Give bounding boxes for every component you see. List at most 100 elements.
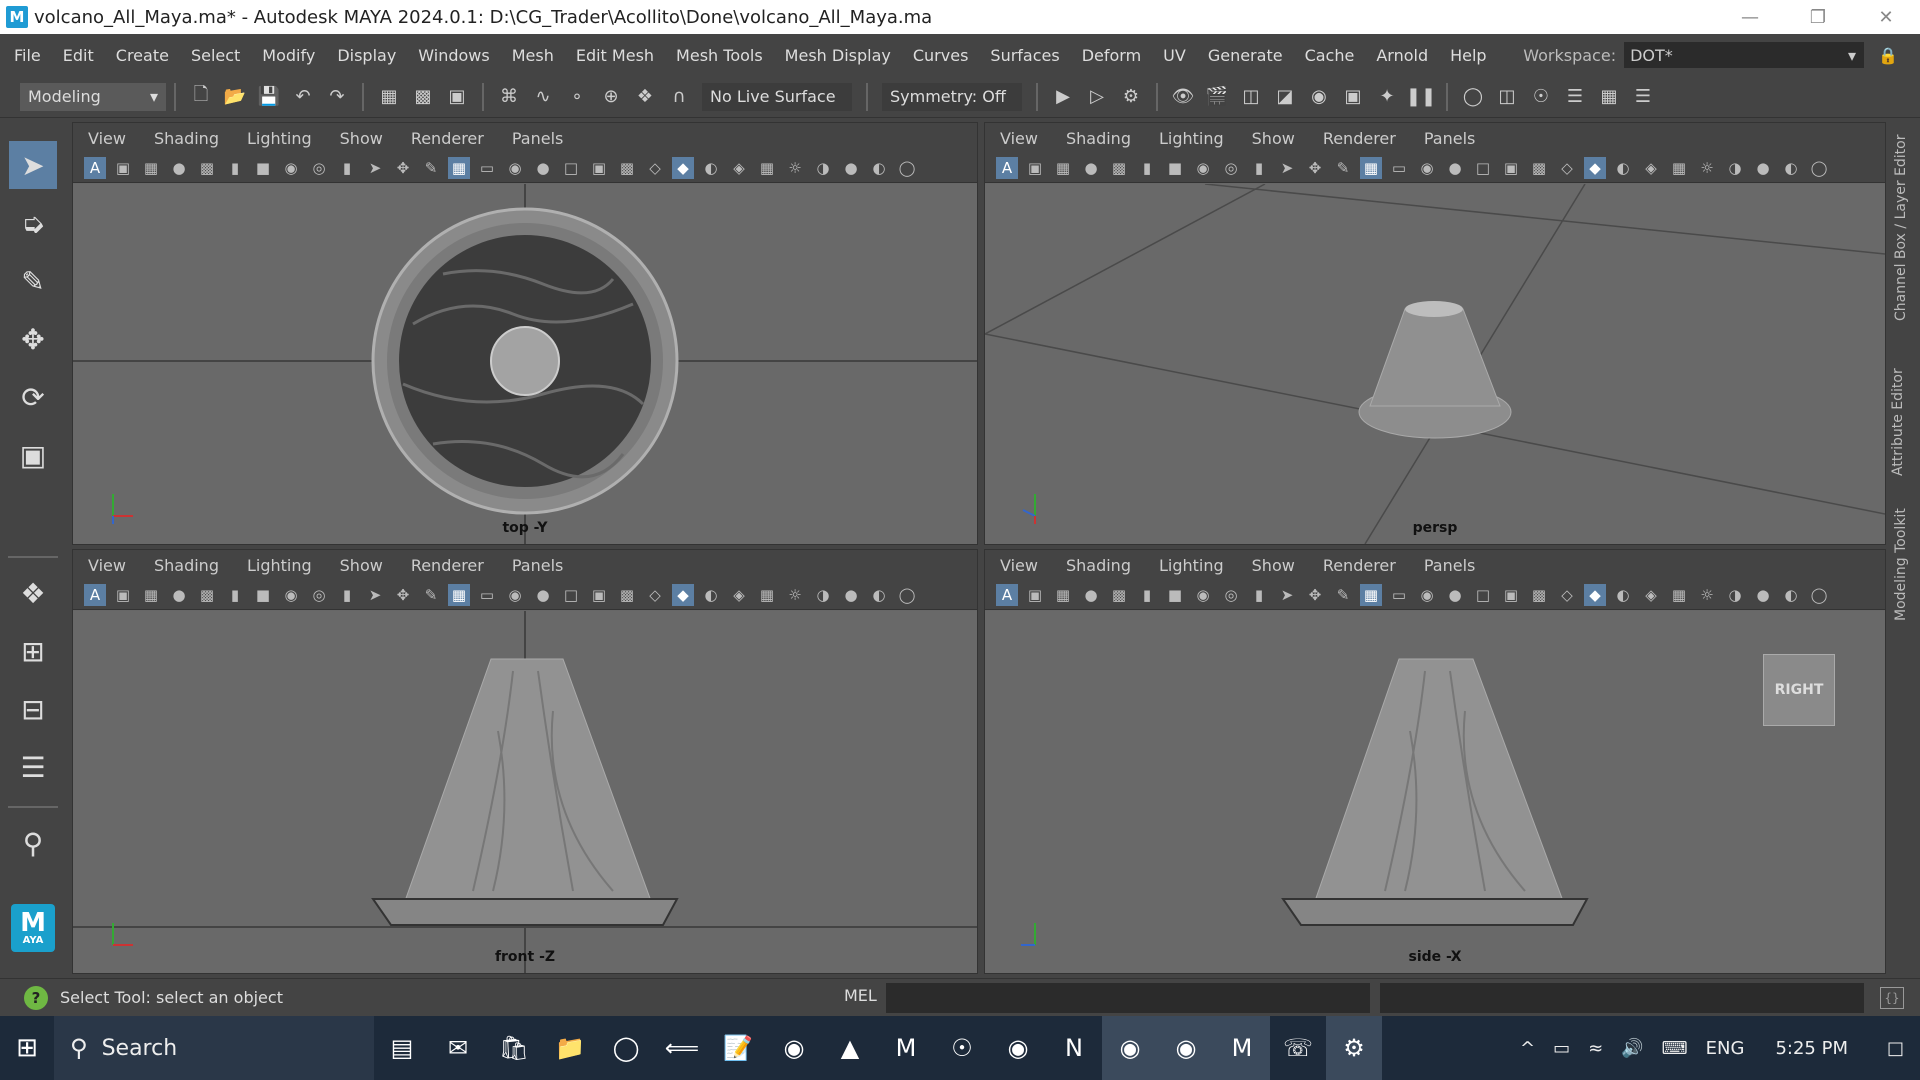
view-cube[interactable]: RIGHT (1763, 654, 1835, 726)
resolution-gate-icon[interactable]: ◉ (504, 157, 526, 179)
two-view-layout-icon[interactable]: ⊟ (9, 685, 57, 733)
grid-icon[interactable]: ▦ (1360, 583, 1382, 606)
menu-generate[interactable]: Generate (1197, 46, 1294, 65)
snap-curve-icon[interactable]: ∿ (530, 84, 556, 110)
textured-icon[interactable]: ◈ (1640, 584, 1662, 606)
resolution-gate-icon[interactable]: ◉ (1416, 157, 1438, 179)
safe-action-icon[interactable]: ▣ (1500, 157, 1522, 179)
menu-edit-mesh[interactable]: Edit Mesh (565, 46, 665, 65)
safe-action-icon[interactable]: ▣ (588, 157, 610, 179)
image-plane-icon[interactable]: ● (168, 157, 190, 179)
smooth-shade-icon[interactable]: ◆ (672, 156, 694, 179)
task-view-icon[interactable]: ▤ (374, 1016, 430, 1080)
chrome-profile-2-icon[interactable]: ◉ (1158, 1016, 1214, 1080)
camera-attributes-icon[interactable]: ▣ (1024, 584, 1046, 606)
vp-menu-shading[interactable]: Shading (1051, 556, 1131, 575)
target-weld-icon[interactable]: ◯ (1460, 84, 1486, 110)
two-d-pan-icon[interactable]: ▩ (196, 157, 218, 179)
textured-icon[interactable]: ◈ (728, 157, 750, 179)
pencil-icon[interactable]: ✎ (420, 584, 442, 606)
vp-menu-show[interactable]: Show (1237, 129, 1295, 148)
tool-settings-icon[interactable]: ▦ (1596, 84, 1622, 110)
workspace-select[interactable]: DOT* ▾ (1624, 42, 1865, 68)
menu-file[interactable]: File (3, 46, 52, 65)
construction-history-icon[interactable]: ▷ (1084, 84, 1110, 110)
shadows-icon[interactable]: ◑ (1724, 157, 1746, 179)
grid-icon[interactable]: ▦ (448, 583, 470, 606)
viewport-persp[interactable]: View Shading Lighting Show Renderer Pane… (984, 122, 1886, 545)
pan-icon[interactable]: ✥ (1304, 157, 1326, 179)
menu-edit[interactable]: Edit (52, 46, 105, 65)
default-material-icon[interactable]: ◐ (1612, 584, 1634, 606)
safe-title-icon[interactable]: ▩ (1528, 157, 1550, 179)
wifi-icon[interactable]: ≈ (1588, 1038, 1603, 1059)
render-view-icon[interactable]: 👁 (1170, 84, 1196, 110)
vp-menu-shading[interactable]: Shading (1051, 129, 1131, 148)
xray-icon[interactable]: ◎ (308, 157, 330, 179)
anti-alias-icon[interactable]: ◯ (1808, 157, 1830, 179)
grease-pencil-icon[interactable]: ▮ (224, 157, 246, 179)
hypershade-icon[interactable]: ◉ (1306, 84, 1332, 110)
grease-pencil-icon[interactable]: ▮ (1136, 157, 1158, 179)
restore-button[interactable]: ❐ (1784, 0, 1852, 34)
store-icon[interactable]: 🛍 (486, 1016, 542, 1080)
menu-help[interactable]: Help (1439, 46, 1497, 65)
wireframe-icon[interactable]: ◇ (644, 584, 666, 606)
safe-action-icon[interactable]: ▣ (1500, 584, 1522, 606)
menu-mesh[interactable]: Mesh (501, 46, 565, 65)
windows-start-icon[interactable]: ⊞ (0, 1016, 54, 1080)
camera-attributes-icon[interactable]: ▣ (112, 584, 134, 606)
viewport-canvas[interactable]: persp (985, 184, 1885, 544)
ambient-occlusion-icon[interactable]: ● (1752, 584, 1774, 606)
blender-icon[interactable]: ☉ (934, 1016, 990, 1080)
image-plane-icon[interactable]: ● (1080, 584, 1102, 606)
camera-select-icon[interactable]: A (996, 156, 1018, 179)
menu-mesh-tools[interactable]: Mesh Tools (665, 46, 774, 65)
lock-icon[interactable]: 🔒 (1878, 46, 1898, 65)
render-settings-clap-icon[interactable]: ◪ (1272, 84, 1298, 110)
settings-icon[interactable]: ⚙ (1326, 1016, 1382, 1080)
minimize-button[interactable]: — (1716, 0, 1784, 34)
gate-mask-icon[interactable]: ● (1444, 584, 1466, 606)
arnold-render-icon[interactable]: ▣ (1340, 84, 1366, 110)
safe-title-icon[interactable]: ▩ (616, 584, 638, 606)
wireframe-on-shaded-icon[interactable]: ▦ (1668, 157, 1690, 179)
lasso-tool-icon[interactable]: ➭ (9, 199, 57, 247)
isolate-icon[interactable]: ◉ (1192, 157, 1214, 179)
keyboard-icon[interactable]: ⌨ (1662, 1038, 1688, 1059)
pin-icon[interactable]: ▮ (1248, 584, 1270, 606)
camera-select-icon[interactable]: A (84, 583, 106, 606)
pan-icon[interactable]: ✥ (392, 157, 414, 179)
xray-icon[interactable]: ◎ (1220, 157, 1242, 179)
grid-icon[interactable]: ▦ (1360, 156, 1382, 179)
vp-menu-view[interactable]: View (985, 556, 1038, 575)
vp-menu-shading[interactable]: Shading (139, 129, 219, 148)
menu-set-select[interactable]: Modeling ▾ (20, 82, 166, 111)
smooth-shade-icon[interactable]: ◆ (1584, 156, 1606, 179)
snap-point-icon[interactable]: ∘ (564, 84, 590, 110)
menu-surfaces[interactable]: Surfaces (979, 46, 1070, 65)
edge-browser-icon[interactable]: ◯ (598, 1016, 654, 1080)
safe-title-icon[interactable]: ▩ (616, 157, 638, 179)
vp-menu-lighting[interactable]: Lighting (232, 129, 312, 148)
ipr-render-icon[interactable]: ◫ (1238, 84, 1264, 110)
maya-taskbar-icon[interactable]: M (878, 1016, 934, 1080)
menu-modify[interactable]: Modify (251, 46, 326, 65)
resolution-gate-icon[interactable]: ◉ (1416, 584, 1438, 606)
image-plane-icon[interactable]: ● (1080, 157, 1102, 179)
field-chart-icon[interactable]: □ (560, 584, 582, 606)
close-button[interactable]: ✕ (1852, 0, 1920, 34)
outliner-layout-icon[interactable]: ☰ (9, 743, 57, 791)
vp-menu-panels[interactable]: Panels (497, 129, 564, 148)
tab-channel-box[interactable]: Channel Box / Layer Editor (1893, 131, 1909, 321)
lights-icon[interactable]: ☼ (1696, 584, 1718, 606)
scale-tool-icon[interactable]: ▣ (9, 431, 57, 479)
mail-icon[interactable]: ✉ (430, 1016, 486, 1080)
smooth-shade-icon[interactable]: ◆ (672, 583, 694, 606)
pin-icon[interactable]: ▮ (1248, 157, 1270, 179)
chrome-icon[interactable]: ◉ (766, 1016, 822, 1080)
pencil-icon[interactable]: ✎ (1332, 584, 1354, 606)
snap-icon[interactable]: ➤ (1276, 157, 1298, 179)
brave-icon[interactable]: ▲ (822, 1016, 878, 1080)
ambient-occlusion-icon[interactable]: ● (840, 157, 862, 179)
